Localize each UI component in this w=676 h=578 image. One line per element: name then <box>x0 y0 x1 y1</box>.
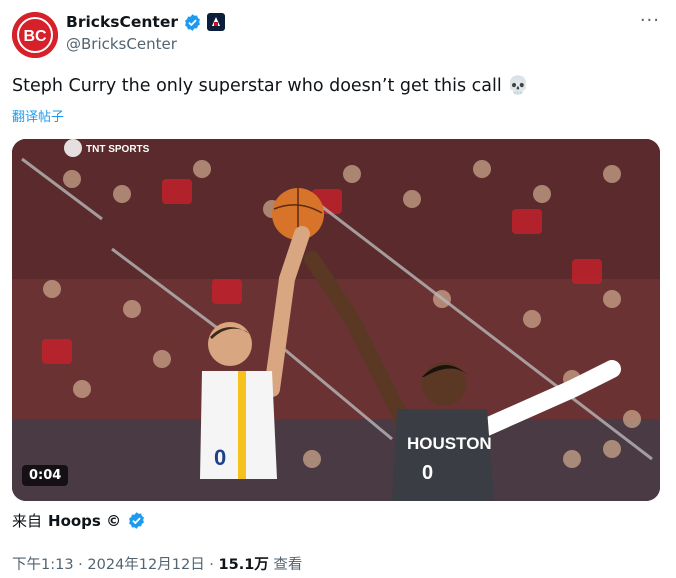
team-affiliate-icon[interactable] <box>206 13 225 31</box>
tweet-meta: 下午1:13 · 2024年12月12日 · 15.1万 查看 <box>12 553 302 574</box>
bc-logo-icon: BC <box>12 12 58 58</box>
more-options-icon[interactable]: ··· <box>640 10 660 31</box>
video-frame: 0 HOUSTON 0 TNT SPORTS <box>12 139 660 501</box>
translate-post-link[interactable]: 翻译帖子 <box>12 106 64 125</box>
video-player[interactable]: 0 HOUSTON 0 TNT SPORTS 0:04 <box>12 139 660 501</box>
view-count: 15.1万 <box>218 557 269 573</box>
author-handle[interactable]: @BricksCenter <box>66 35 177 53</box>
curry-jersey-number: 0 <box>214 445 226 470</box>
verified-badge-icon <box>185 13 200 31</box>
view-label: 查看 <box>268 557 303 573</box>
houston-jersey-text: HOUSTON <box>407 434 492 453</box>
meta-separator: · <box>204 557 219 573</box>
tnt-logo-icon <box>64 139 82 157</box>
tweet-text: Steph Curry the only superstar who doesn… <box>12 76 530 96</box>
meta-separator: · <box>73 557 88 573</box>
source-name[interactable]: Hoops © <box>48 512 121 530</box>
tweet-time[interactable]: 下午1:13 <box>12 557 74 573</box>
tnt-watermark: TNT SPORTS <box>86 144 150 155</box>
source-attribution: 来自 Hoops © <box>12 510 146 531</box>
author-avatar[interactable]: BC <box>12 12 58 58</box>
tweet-date[interactable]: 2024年12月12日 <box>87 557 204 573</box>
verified-badge-icon <box>129 512 145 529</box>
video-duration-badge: 0:04 <box>22 465 69 486</box>
source-prefix: 来自 <box>12 512 43 530</box>
author-name-row: BricksCenter <box>66 11 225 33</box>
avatar-text: BC <box>23 28 47 45</box>
author-display-name[interactable]: BricksCenter <box>66 13 178 31</box>
houston-jersey-number: 0 <box>422 462 433 484</box>
